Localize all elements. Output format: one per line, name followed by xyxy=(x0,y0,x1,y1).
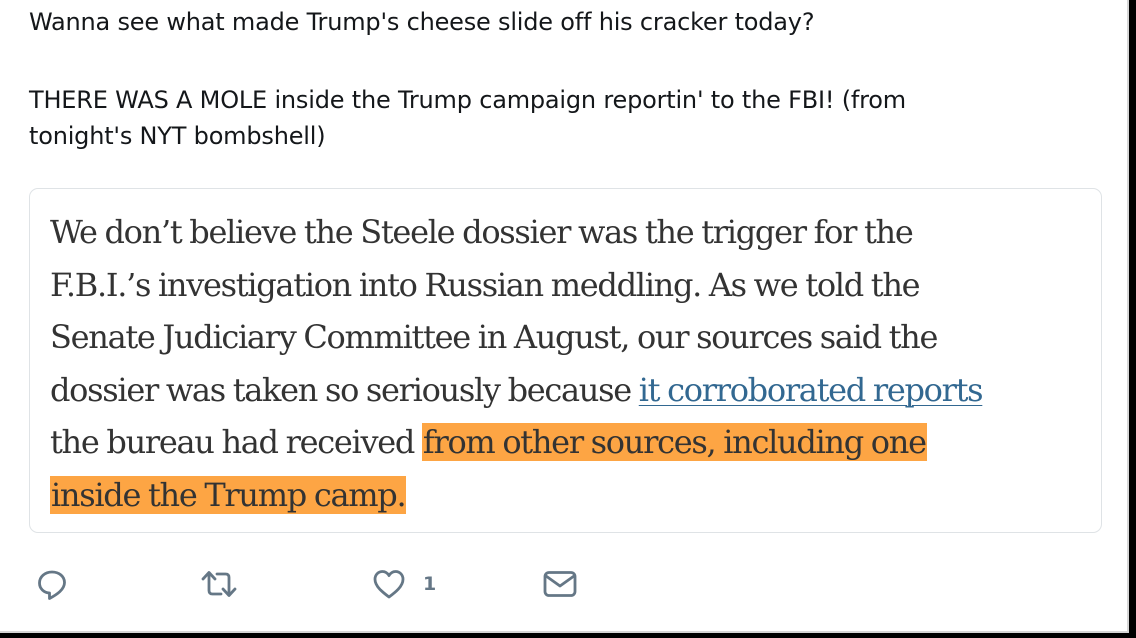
highlighted-text: inside the Trump camp. xyxy=(50,475,407,514)
reply-button[interactable] xyxy=(36,566,68,602)
excerpt-line: dossier was taken so seriously because i… xyxy=(50,364,984,417)
quoted-image-card[interactable]: We don’t believe the Steele dossier was … xyxy=(29,188,1102,533)
reply-icon xyxy=(36,568,68,600)
quoted-excerpt: We don’t believe the Steele dossier was … xyxy=(50,206,984,522)
excerpt-line: F.B.I.’s investigation into Russian medd… xyxy=(50,265,921,304)
corroborated-reports-link[interactable]: it corroborated reports xyxy=(639,371,984,409)
highlighted-text: from other sources, including one xyxy=(421,423,927,461)
excerpt-text: dossier was taken so seriously because xyxy=(50,370,639,409)
retweet-button[interactable] xyxy=(200,566,238,602)
like-count: 1 xyxy=(423,572,437,595)
tweet-text-line: Wanna see what made Trump's cheese slide… xyxy=(29,8,815,36)
excerpt-text: the bureau had received xyxy=(50,423,422,461)
like-button[interactable]: 1 xyxy=(372,566,436,602)
heart-icon xyxy=(372,568,406,600)
excerpt-line: We don’t believe the Steele dossier was … xyxy=(50,213,914,251)
tweet-text-line: tonight's NYT bombshell) xyxy=(29,122,326,150)
direct-message-button[interactable] xyxy=(542,566,578,602)
excerpt-line: Senate Judiciary Committee in August, ou… xyxy=(50,318,938,356)
tweet-text: Wanna see what made Trump's cheese slide… xyxy=(29,4,1109,154)
excerpt-line: inside the Trump camp. xyxy=(50,469,982,522)
tweet-card: Wanna see what made Trump's cheese slide… xyxy=(0,0,1129,633)
tweet-text-line: THERE WAS A MOLE inside the Trump campai… xyxy=(29,86,906,114)
envelope-icon xyxy=(542,568,578,600)
retweet-icon xyxy=(200,568,238,600)
tweet-action-bar: 1 xyxy=(0,566,1127,602)
excerpt-line: the bureau had received from other sourc… xyxy=(50,416,982,469)
